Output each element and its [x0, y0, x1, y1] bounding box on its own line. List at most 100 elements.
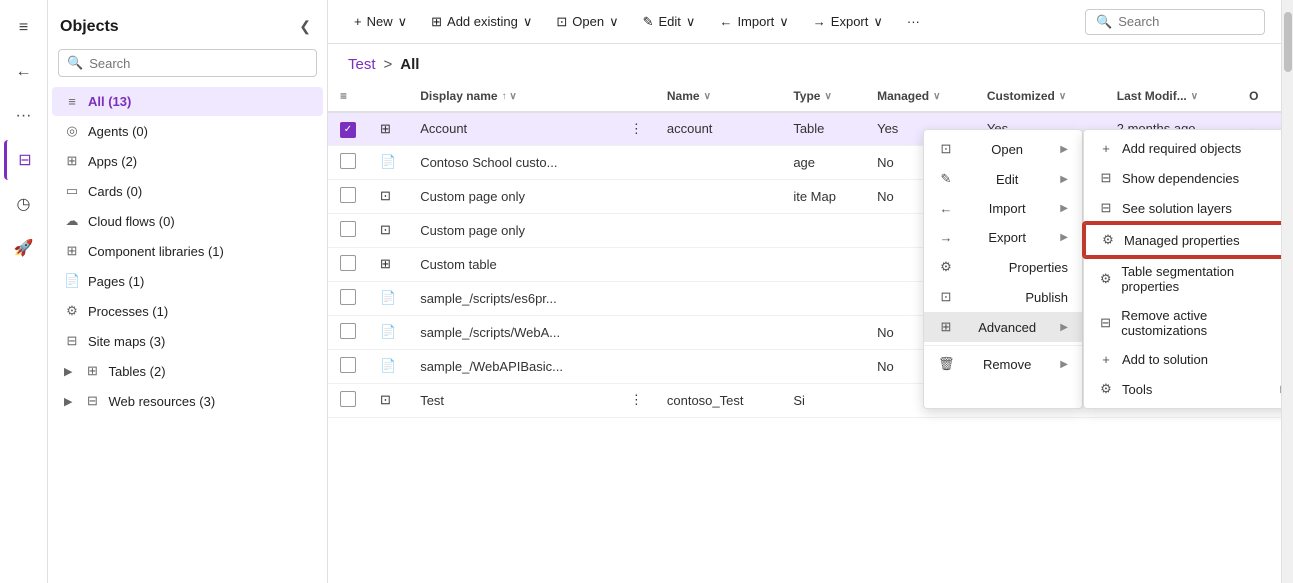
th-customized[interactable]: Customized ∨ — [975, 81, 1105, 112]
sub-menu-show-dependencies[interactable]: ⊟ Show dependencies — [1084, 163, 1281, 193]
sidebar-search-box[interactable]: 🔍 — [58, 49, 317, 77]
customized-sort-icon[interactable]: ∨ — [1059, 91, 1066, 102]
open-arrow-icon: ▶ — [1060, 144, 1068, 155]
sidebar-collapse-button[interactable]: ❮ — [295, 14, 315, 39]
sidebar-item-component-libraries[interactable]: ⊞ Component libraries (1) — [52, 236, 323, 266]
row-checkbox[interactable] — [340, 289, 356, 305]
context-menu-edit[interactable]: ✎ Edit ▶ — [924, 164, 1082, 194]
sidebar-item-apps[interactable]: ⊞ Apps (2) — [52, 146, 323, 176]
layers-icon[interactable]: ⊟ — [4, 140, 44, 180]
name-sort-icon[interactable]: ∨ — [704, 91, 711, 102]
show-deps-icon: ⊟ — [1098, 170, 1114, 186]
context-menu-open[interactable]: ⊡ Open ▶ — [924, 134, 1082, 164]
th-type[interactable]: Type ∨ — [781, 81, 865, 112]
sub-menu-tools[interactable]: ⚙ Tools ▶ — [1084, 374, 1281, 404]
row-checkbox[interactable] — [340, 221, 356, 237]
context-menu-publish[interactable]: ⊡ Publish — [924, 282, 1082, 312]
row-name — [655, 145, 781, 179]
table-seg-label: Table segmentation properties — [1121, 264, 1281, 294]
cards-icon: ▭ — [64, 183, 80, 199]
row-type: Table — [781, 112, 865, 145]
row-display-name: Custom page only — [408, 179, 618, 213]
sidebar-item-pages[interactable]: 📄 Pages (1) — [52, 266, 323, 296]
toolbar-search-input[interactable] — [1118, 14, 1254, 29]
sidebar-item-tables[interactable]: ▶ ⊞ Tables (2) — [52, 356, 323, 386]
row-checkbox[interactable] — [340, 187, 356, 203]
import-button[interactable]: ← Import ∨ — [709, 9, 798, 35]
sidebar-item-label: Cloud flows (0) — [88, 214, 175, 229]
last-modified-label: Last Modif... — [1117, 89, 1187, 103]
sidebar-search-input[interactable] — [89, 56, 308, 71]
type-sort-icon[interactable]: ∨ — [824, 91, 831, 102]
sidebar-search-icon: 🔍 — [67, 55, 83, 71]
edit-menu-icon: ✎ — [938, 171, 954, 187]
row-type-icon: ⊞ — [380, 121, 391, 136]
row-checkbox[interactable] — [340, 323, 356, 339]
sub-menu-add-to-solution[interactable]: + Add to solution — [1084, 345, 1281, 374]
hamburger-icon[interactable]: ≡ — [4, 8, 44, 48]
rocket-icon[interactable]: 🚀 — [4, 228, 44, 268]
display-name-sort-icon[interactable]: ↑ ∨ — [502, 91, 517, 102]
row-checkbox[interactable] — [340, 153, 356, 169]
row-checkbox[interactable] — [340, 391, 356, 407]
row-checkbox[interactable]: ✓ — [340, 122, 356, 138]
context-menu-properties[interactable]: ⚙ Properties — [924, 252, 1082, 282]
scroll-thumb[interactable] — [1284, 12, 1292, 72]
row-dots-menu[interactable]: ⋮ — [630, 121, 643, 136]
sidebar-item-cloud-flows[interactable]: ☁ Cloud flows (0) — [52, 206, 323, 236]
web-resources-icon: ⊟ — [84, 393, 100, 409]
edit-dropdown-icon: ∨ — [686, 14, 696, 30]
context-menu-overlay: ⊡ Open ▶ ✎ Edit ▶ ← Import ▶ → Export — [923, 129, 1281, 409]
open-button[interactable]: ⊡ Open ∨ — [546, 9, 628, 35]
sidebar-item-web-resources[interactable]: ▶ ⊟ Web resources (3) — [52, 386, 323, 416]
scrollbar[interactable] — [1281, 0, 1293, 583]
th-managed[interactable]: Managed ∨ — [865, 81, 975, 112]
th-name[interactable]: Name ∨ — [655, 81, 781, 112]
th-display-name[interactable]: Display name ↑ ∨ — [408, 81, 618, 112]
row-dots-menu[interactable]: ⋮ — [630, 392, 643, 407]
sidebar-item-cards[interactable]: ▭ Cards (0) — [52, 176, 323, 206]
add-existing-button[interactable]: ⊞ Add existing ∨ — [421, 9, 542, 35]
all-icon: ≡ — [64, 94, 80, 109]
row-type — [781, 247, 865, 281]
history-icon[interactable]: ◷ — [4, 184, 44, 224]
sidebar-item-site-maps[interactable]: ⊟ Site maps (3) — [52, 326, 323, 356]
back-icon[interactable]: ← — [4, 52, 44, 92]
row-checkbox[interactable] — [340, 357, 356, 373]
sub-menu-table-segmentation[interactable]: ⚙ Table segmentation properties — [1084, 257, 1281, 301]
new-icon: + — [354, 14, 362, 29]
row-display-name: Custom table — [408, 247, 618, 281]
row-type-icon: ⊡ — [380, 392, 391, 407]
last-modified-sort-icon[interactable]: ∨ — [1191, 91, 1198, 102]
context-menu-import[interactable]: ← Import ▶ — [924, 194, 1082, 223]
context-menu-advanced[interactable]: ⊞ Advanced ▶ — [924, 312, 1082, 342]
sub-menu-see-solution-layers[interactable]: ⊟ See solution layers — [1084, 193, 1281, 223]
toolbar-search-box[interactable]: 🔍 — [1085, 9, 1265, 35]
context-menu-export[interactable]: → Export ▶ — [924, 223, 1082, 252]
th-check: ≡ — [328, 81, 368, 112]
sub-menu-add-required[interactable]: + Add required objects — [1084, 134, 1281, 163]
add-required-icon: + — [1098, 141, 1114, 156]
sidebar-item-all[interactable]: ≡ All (13) — [52, 87, 323, 116]
row-checkbox[interactable] — [340, 255, 356, 271]
new-button[interactable]: + New ∨ — [344, 9, 417, 35]
export-dropdown-icon: ∨ — [873, 14, 883, 30]
managed-sort-icon[interactable]: ∨ — [933, 91, 940, 102]
context-menu: ⊡ Open ▶ ✎ Edit ▶ ← Import ▶ → Export — [923, 129, 1083, 409]
edit-button[interactable]: ✎ Edit ∨ — [633, 9, 706, 35]
context-menu-remove[interactable]: 🗑 Remove ▶ — [924, 349, 1082, 379]
export-button[interactable]: → Export ∨ — [803, 9, 893, 35]
edit-icon: ✎ — [643, 14, 654, 30]
sub-menu-managed-properties[interactable]: ⚙ Managed properties — [1084, 223, 1281, 257]
th-last-modified[interactable]: Last Modif... ∨ — [1105, 81, 1237, 112]
more-button[interactable]: ··· — [897, 9, 930, 34]
th-other: O — [1237, 81, 1281, 112]
breadcrumb-parent[interactable]: Test — [348, 56, 376, 73]
dots-icon[interactable]: ··· — [4, 96, 44, 136]
sidebar-item-processes[interactable]: ⚙ Processes (1) — [52, 296, 323, 326]
edit-menu-label: Edit — [996, 172, 1018, 187]
open-menu-label: Open — [991, 142, 1023, 157]
display-name-label: Display name — [420, 89, 497, 103]
sidebar-item-agents[interactable]: ◎ Agents (0) — [52, 116, 323, 146]
sub-menu-remove-customizations[interactable]: ⊟ Remove active customizations — [1084, 301, 1281, 345]
